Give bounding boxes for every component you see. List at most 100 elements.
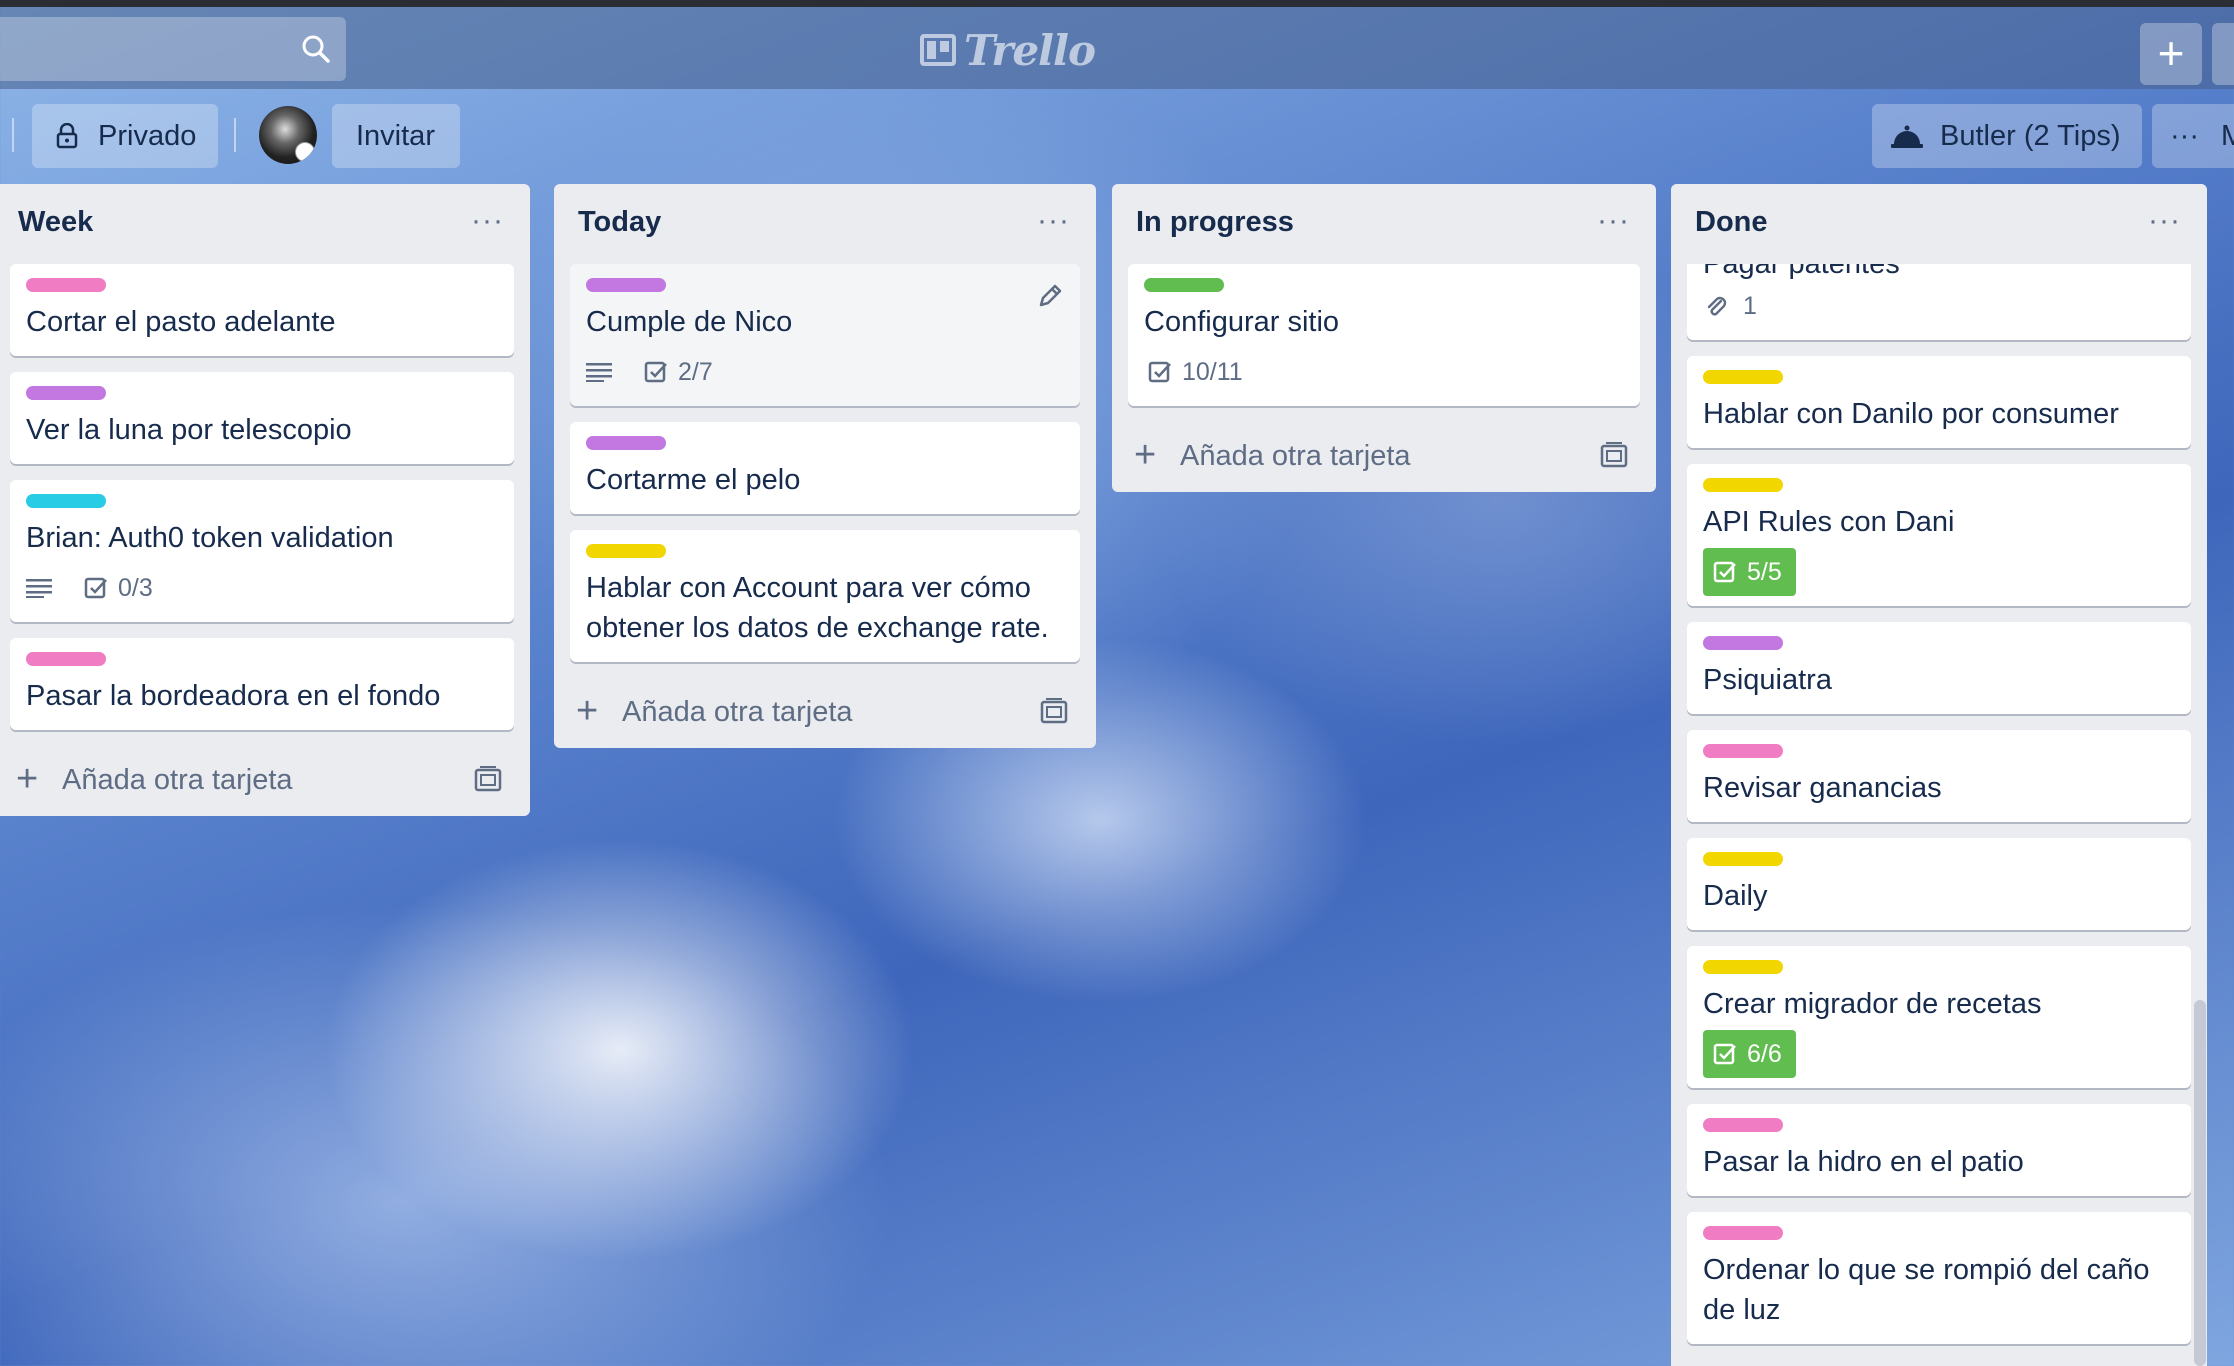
invite-button[interactable]: Invitar (332, 104, 460, 168)
list-header[interactable]: In progress ··· (1112, 184, 1656, 264)
card[interactable]: Cortar el pasto adelante (10, 264, 514, 356)
list-menu-icon[interactable]: ··· (471, 204, 504, 238)
card[interactable]: Hablar con Account para ver cómo obtener… (570, 530, 1080, 662)
list-done: Done ··· Pagar patentes 1 Hablar con Dan… (1671, 184, 2207, 1366)
card[interactable]: API Rules con Dani 5/5 (1687, 464, 2191, 606)
list-scrollbar-thumb[interactable] (2194, 1000, 2206, 1366)
list-title[interactable]: In progress (1136, 206, 1294, 239)
checklist-badge: 0/3 (80, 568, 161, 608)
card-label-yellow[interactable] (1703, 478, 1783, 492)
card-title: API Rules con Dani (1703, 506, 1955, 538)
trello-logo-icon (920, 34, 956, 66)
ellipsis-icon: ··· (2170, 119, 2199, 152)
list-header[interactable]: Done ··· (1671, 184, 2207, 264)
card[interactable]: Ver la luna por telescopio (10, 372, 514, 464)
card[interactable]: Pasar la hidro en el patio (1687, 1104, 2191, 1196)
avatar-badge (295, 142, 315, 162)
checklist-count: 10/11 (1182, 357, 1243, 386)
list-in-progress: In progress ··· Configurar sitio 10/11 +… (1112, 184, 1656, 492)
card-template-icon[interactable] (1600, 442, 1628, 468)
list-week: Week ··· Cortar el pasto adelante Ver la… (0, 184, 530, 816)
list-header[interactable]: Week ··· (0, 184, 530, 264)
privacy-button[interactable]: Privado (32, 104, 218, 168)
card-label-purple[interactable] (1703, 636, 1783, 650)
list-title[interactable]: Done (1695, 206, 1768, 239)
checklist-count: 0/3 (118, 573, 153, 602)
divider (234, 118, 236, 152)
app-header: Trello + (0, 7, 2234, 89)
card[interactable]: Cortarme el pelo (570, 422, 1080, 514)
create-button[interactable]: + (2140, 23, 2202, 85)
card-title: Psiquiatra (1703, 664, 1832, 696)
list-menu-icon[interactable]: ··· (1037, 204, 1070, 238)
card[interactable]: Pasar la bordeadora en el fondo (10, 638, 514, 730)
card-title: Crear migrador de recetas (1703, 988, 2042, 1020)
card-badges: 0/3 (26, 568, 498, 608)
card-title: Pasar la bordeadora en el fondo (26, 680, 441, 712)
card[interactable]: Hablar con Danilo por consumer (1687, 356, 2191, 448)
card[interactable]: Ordenar lo que se rompió del caño de luz (1687, 1212, 2191, 1344)
card[interactable]: Configurar sitio 10/11 (1128, 264, 1640, 406)
card[interactable]: Daily (1687, 838, 2191, 930)
card[interactable]: Brian: Auth0 token validation 0/3 (10, 480, 514, 622)
add-card-button[interactable]: + Añada otra tarjeta (0, 746, 530, 816)
logo-text: Trello (964, 25, 1096, 75)
card-title: Daily (1703, 880, 1768, 912)
card[interactable]: Crear migrador de recetas 6/6 (1687, 946, 2191, 1088)
card-label-pink[interactable] (1703, 1118, 1783, 1132)
card-label-purple[interactable] (26, 386, 106, 400)
card-label-pink[interactable] (26, 652, 106, 666)
list-title[interactable]: Week (18, 206, 93, 239)
butler-bell-icon (1891, 125, 1923, 148)
card-label-pink[interactable] (1703, 744, 1783, 758)
card-title: Hablar con Account para ver cómo obtener… (586, 572, 1049, 644)
plus-icon: + (1134, 434, 1157, 476)
card-label-yellow[interactable] (1703, 852, 1783, 866)
checklist-count: 5/5 (1747, 557, 1782, 586)
card-template-icon[interactable] (1040, 698, 1068, 724)
card[interactable]: Cumple de Nico 2/7 (570, 264, 1080, 406)
add-card-label: Añada otra tarjeta (62, 764, 293, 796)
show-menu-button[interactable]: ··· M (2152, 104, 2234, 168)
card-badges: 1 (1703, 286, 2175, 326)
card-label-yellow[interactable] (1703, 960, 1783, 974)
add-card-label: Añada otra tarjeta (622, 696, 853, 728)
checklist-icon (1713, 561, 1736, 583)
card[interactable]: Revisar ganancias (1687, 730, 2191, 822)
add-card-button[interactable]: + Añada otra tarjeta (554, 678, 1096, 748)
butler-button[interactable]: Butler (2 Tips) (1872, 104, 2142, 168)
card-title: Configurar sitio (1144, 306, 1340, 338)
header-button-partial[interactable] (2212, 23, 2234, 85)
card-label-purple[interactable] (586, 278, 666, 292)
list-menu-icon[interactable]: ··· (1597, 204, 1630, 238)
pencil-icon[interactable] (1036, 282, 1064, 310)
card-label-pink[interactable] (1703, 1226, 1783, 1240)
card-title: Pasar la hidro en el patio (1703, 1146, 2024, 1178)
member-avatar[interactable] (259, 106, 317, 164)
card-label-pink[interactable] (26, 278, 106, 292)
trello-logo[interactable]: Trello (920, 25, 1096, 75)
checklist-icon (1713, 1043, 1736, 1065)
search-input[interactable] (0, 17, 346, 81)
list-cards: Pagar patentes 1 Hablar con Danilo por c… (1671, 240, 2207, 1360)
card-label-purple[interactable] (586, 436, 666, 450)
card-template-icon[interactable] (474, 766, 502, 792)
add-card-button[interactable]: + Añada otra tarjeta (1112, 422, 1656, 492)
attachment-count: 1 (1743, 291, 1757, 320)
list-title[interactable]: Today (578, 206, 661, 239)
card-title: Revisar ganancias (1703, 772, 1942, 804)
description-icon (586, 363, 612, 382)
card-label-green[interactable] (1144, 278, 1224, 292)
checklist-count: 2/7 (678, 357, 713, 386)
privacy-label: Privado (98, 119, 197, 152)
plus-icon: + (2157, 27, 2185, 79)
card[interactable]: Psiquiatra (1687, 622, 2191, 714)
card-label-sky[interactable] (26, 494, 106, 508)
list-menu-icon[interactable]: ··· (2148, 204, 2181, 238)
card-label-yellow[interactable] (586, 544, 666, 558)
card-label-yellow[interactable] (1703, 370, 1783, 384)
search-icon[interactable] (300, 33, 332, 65)
list-header[interactable]: Today ··· (554, 184, 1096, 264)
checklist-icon (644, 361, 667, 383)
checklist-badge: 10/11 (1144, 352, 1251, 392)
